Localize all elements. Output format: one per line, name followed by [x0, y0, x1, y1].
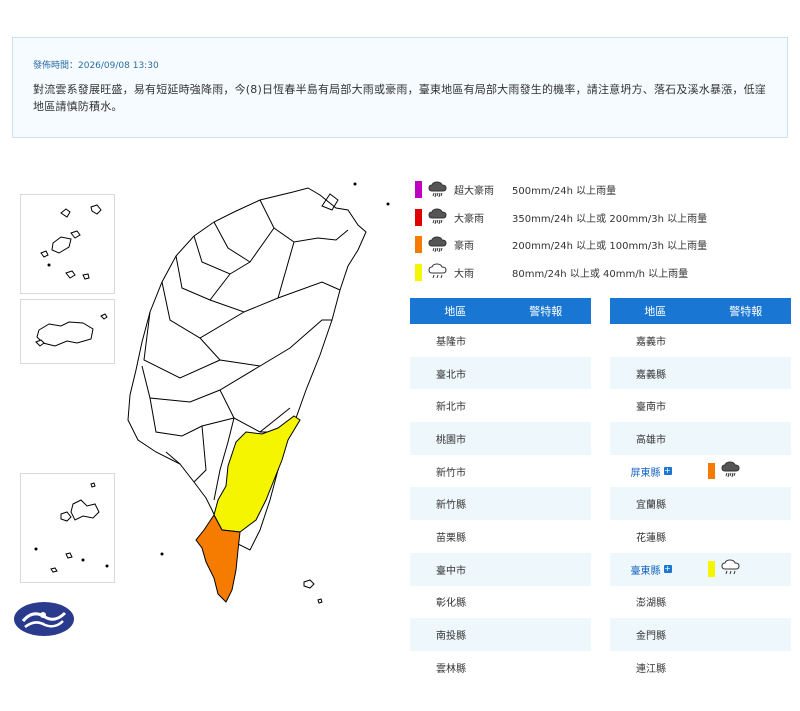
table-row: 澎湖縣: [610, 586, 791, 619]
area-name: 基隆市: [436, 336, 466, 348]
table-row: 嘉義市: [610, 324, 791, 357]
table-row[interactable]: 屏東縣 +: [610, 455, 791, 488]
legend-swatch: [415, 208, 422, 226]
warning-swatch: [708, 463, 715, 480]
area-name: 新竹縣: [436, 500, 466, 512]
cwa-logo: [13, 601, 75, 637]
area-name: 宜蘭縣: [636, 500, 666, 512]
area-name: 高雄市: [636, 434, 666, 446]
warning-table-left: 地區 警特報 基隆市臺北市新北市桃園市新竹市新竹縣苗栗縣臺中市彰化縣南投縣雲林縣: [410, 298, 591, 684]
table-row: 臺中市: [410, 552, 591, 586]
table-row: 連江縣: [610, 651, 791, 684]
warning-notice: 發佈時間：2026/09/08 13:30 對流雲系發展旺盛，易有短延時強降雨，…: [12, 37, 788, 138]
table-row: 南投縣: [410, 618, 591, 651]
header-area: 地區: [644, 305, 667, 318]
table-row: 新北市: [410, 389, 591, 422]
area-name: 苗栗縣: [436, 532, 466, 544]
legend-item: 超大豪雨 500mm/24h 以上雨量: [415, 176, 795, 204]
area-name[interactable]: 屏東縣: [631, 464, 661, 479]
table-row: 花蓮縣: [610, 520, 791, 553]
rain-icon: [428, 263, 448, 281]
table-row: 彰化縣: [410, 586, 591, 619]
legend: 超大豪雨 500mm/24h 以上雨量大豪雨 350mm/24h 以上或 200mm…: [415, 176, 795, 286]
header-warn: 警特報: [529, 305, 563, 318]
legend-desc: 500mm/24h 以上雨量: [512, 186, 617, 198]
table-row: 臺南市: [610, 389, 791, 422]
area-name: 連江縣: [636, 663, 666, 675]
heavy-rain-icon: [428, 236, 448, 254]
area-link[interactable]: 屏東縣 +: [610, 464, 692, 479]
header-warn: 警特報: [729, 305, 763, 318]
area-name: 嘉義市: [636, 336, 666, 348]
inset-penghu: [20, 473, 115, 583]
header-area: 地區: [444, 305, 467, 318]
taiwan-main-island: [127, 182, 390, 604]
legend-name: 大雨: [454, 268, 474, 280]
legend-item: 豪雨 200mm/24h 以上或 100mm/3h 以上雨量: [415, 231, 795, 259]
warning-cell: [692, 559, 791, 580]
legend-swatch: [415, 181, 422, 199]
legend-name: 超大豪雨: [454, 186, 494, 198]
notice-text: 對流雲系發展旺盛，易有短延時強降雨，今(8)日恆春半島有局部大雨或豪雨，臺東地區…: [33, 83, 766, 113]
area-name: 南投縣: [436, 631, 466, 643]
area-name: 彰化縣: [436, 598, 466, 610]
legend-name: 豪雨: [454, 241, 474, 253]
taiwan-map: [10, 170, 405, 640]
table-header: 地區 警特報: [410, 298, 591, 324]
heavy-rain-icon: [428, 208, 448, 226]
legend-swatch: [415, 236, 422, 254]
table-row: 金門縣: [610, 618, 791, 651]
area-name: 臺南市: [636, 402, 666, 414]
table-row[interactable]: 臺東縣 +: [610, 552, 791, 586]
table-row: 嘉義縣: [610, 356, 791, 390]
table-row: 桃園市: [410, 422, 591, 455]
inset-matsu: [20, 194, 115, 294]
table-row: 基隆市: [410, 324, 591, 357]
table-row: 新竹縣: [410, 487, 591, 521]
table-row: 高雄市: [610, 422, 791, 455]
issue-time: 發佈時間：2026/09/08 13:30: [33, 61, 159, 71]
table-row: 臺北市: [410, 356, 591, 390]
area-name: 臺北市: [436, 369, 466, 381]
area-name: 金門縣: [636, 631, 666, 643]
table-row: 雲林縣: [410, 651, 591, 684]
legend-item: 大豪雨 350mm/24h 以上或 200mm/3h 以上雨量: [415, 204, 795, 232]
table-row: 苗栗縣: [410, 520, 591, 553]
expand-icon[interactable]: +: [663, 467, 672, 476]
heavy-rain-icon: [721, 461, 741, 482]
table-row: 宜蘭縣: [610, 487, 791, 521]
area-name: 澎湖縣: [636, 598, 666, 610]
warning-cell: [692, 461, 791, 482]
area-name: 新北市: [436, 402, 466, 414]
warning-table-right: 地區 警特報 嘉義市 嘉義縣 臺南市 高雄市 屏東縣 + 宜蘭縣 花蓮縣 臺東縣 + 澎湖縣 金門縣連…: [610, 298, 791, 684]
legend-desc: 350mm/24h 以上或 200mm/3h 以上雨量: [512, 213, 708, 225]
expand-icon[interactable]: +: [663, 565, 672, 574]
area-name: 嘉義縣: [636, 369, 666, 381]
warning-swatch: [708, 561, 715, 578]
legend-swatch: [415, 263, 422, 281]
table-header: 地區 警特報: [610, 298, 791, 324]
area-name: 新竹市: [436, 467, 466, 479]
heavy-rain-icon: [428, 181, 448, 199]
area-name: 桃園市: [436, 434, 466, 446]
legend-name: 大豪雨: [454, 213, 484, 225]
area-name[interactable]: 臺東縣: [631, 562, 661, 577]
area-name: 花蓮縣: [636, 532, 666, 544]
rain-icon: [721, 559, 741, 580]
legend-desc: 80mm/24h 以上或 40mm/h 以上雨量: [512, 268, 689, 280]
legend-item: 大雨 80mm/24h 以上或 40mm/h 以上雨量: [415, 259, 795, 287]
table-row: 新竹市: [410, 455, 591, 488]
legend-desc: 200mm/24h 以上或 100mm/3h 以上雨量: [512, 241, 708, 253]
area-name: 雲林縣: [436, 663, 466, 675]
inset-kinmen: [20, 299, 115, 364]
area-link[interactable]: 臺東縣 +: [610, 562, 692, 577]
area-name: 臺中市: [436, 565, 466, 577]
